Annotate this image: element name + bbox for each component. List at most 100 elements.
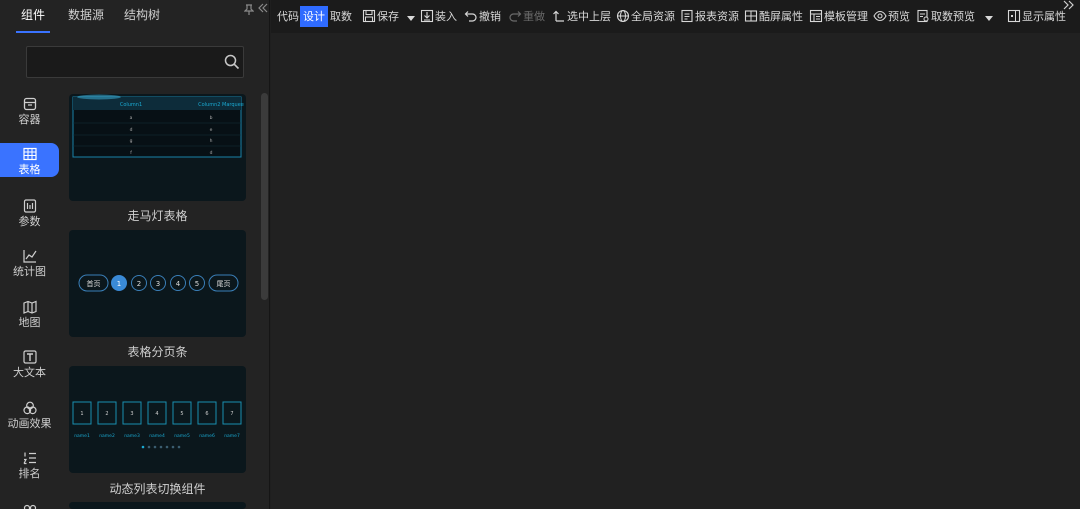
tab-datasource[interactable]: 数据源 <box>68 0 104 34</box>
report-resources-button[interactable]: 报表资源 <box>680 6 739 27</box>
redo-label: 重做 <box>523 10 545 23</box>
preview-last: 尾页 <box>217 280 231 288</box>
preview-first: 首页 <box>87 279 101 288</box>
show-properties-button[interactable]: 显示属性 <box>1007 6 1066 27</box>
collapse-left-icon[interactable] <box>257 2 269 16</box>
preview-cell: d <box>130 127 133 133</box>
category-label: 排名 <box>18 467 41 480</box>
preview-page: 5 <box>195 280 199 288</box>
preview-name-label: name2 <box>99 433 115 439</box>
preview-cell: h <box>210 138 213 144</box>
category-animation[interactable]: 动画效果 <box>0 400 59 434</box>
fetch-preview-button[interactable]: 取数预览 <box>916 6 995 27</box>
save-icon <box>362 9 376 23</box>
load-icon <box>420 9 434 23</box>
save-button[interactable]: 保存 <box>362 6 417 27</box>
component-card-pagination[interactable]: 首页 1 2 3 4 5 尾页 <box>69 230 246 337</box>
screen-properties-label: 酷屏属性 <box>759 10 803 23</box>
category-ranking[interactable]: 排名 <box>0 450 59 484</box>
chevron-down-icon[interactable] <box>984 13 994 23</box>
search-icon[interactable] <box>223 53 241 71</box>
tab-components[interactable]: 组件 <box>16 0 50 34</box>
category-more[interactable] <box>0 500 59 509</box>
category-chart[interactable]: 统计图 <box>0 248 59 282</box>
pagination-preview: 首页 1 2 3 4 5 尾页 <box>78 274 239 292</box>
category-parameter[interactable]: 参数 <box>0 198 59 232</box>
eye-icon <box>873 10 887 22</box>
more-category-icon <box>23 504 36 509</box>
preview-box-label: 1 <box>80 411 83 417</box>
chevron-down-icon[interactable] <box>406 13 416 23</box>
select-parent-label: 选中上层 <box>567 10 611 23</box>
component-card-dynamic-list[interactable]: 1 2 3 4 5 6 7 name1 name2 name3 name4 na… <box>69 366 246 473</box>
component-panel: 组件 数据源 结构树 容器 表格 参数 统计图 地图 大文本 动画效果 排名 C… <box>0 0 270 509</box>
category-label: 容器 <box>18 113 41 126</box>
category-table[interactable]: 表格 <box>0 143 59 177</box>
preview-name-label: name3 <box>124 433 140 439</box>
search-input[interactable] <box>27 47 217 77</box>
category-label: 大文本 <box>13 366 46 379</box>
marquee-table-preview: Column1 Column2 Marquee a b d e g h f d <box>72 94 244 158</box>
screen-properties-icon <box>744 10 758 22</box>
mode-fetch-button[interactable]: 取数 <box>327 6 355 27</box>
preview-cell: b <box>210 115 213 121</box>
undo-label: 撤销 <box>479 10 501 23</box>
report-resources-icon <box>681 9 693 23</box>
preview-page: 3 <box>156 280 160 288</box>
undo-button[interactable]: 撤销 <box>464 6 501 27</box>
preview-page: 2 <box>137 280 141 288</box>
undo-icon <box>464 11 477 22</box>
preview-cell: e <box>210 128 213 133</box>
expand-right-icon[interactable] <box>1062 0 1076 13</box>
preview-label: 预览 <box>888 10 910 23</box>
card-title: 走马灯表格 <box>127 209 188 223</box>
globe-icon <box>616 9 630 23</box>
card-title: 动态列表切换组件 <box>109 482 206 496</box>
category-label: 地图 <box>18 316 41 329</box>
select-parent-button[interactable]: 选中上层 <box>552 6 611 27</box>
panel-scrollbar-thumb[interactable] <box>261 93 268 300</box>
preview-box-label: 6 <box>205 411 208 417</box>
category-map[interactable]: 地图 <box>0 299 59 333</box>
screen-properties-button[interactable]: 酷屏属性 <box>744 6 803 27</box>
template-management-button[interactable]: 模板管理 <box>809 6 868 27</box>
redo-button[interactable]: 重做 <box>508 6 545 27</box>
global-resources-button[interactable]: 全局资源 <box>616 6 675 27</box>
template-icon <box>809 9 823 23</box>
container-icon <box>23 97 36 111</box>
parameter-icon <box>23 199 36 213</box>
component-card-next[interactable] <box>69 502 246 509</box>
load-button[interactable]: 装入 <box>420 6 457 27</box>
tab-structure-tree[interactable]: 结构树 <box>124 0 160 34</box>
pin-icon[interactable] <box>243 4 255 16</box>
ranking-list-icon <box>22 452 36 465</box>
preview-box-label: 4 <box>155 411 158 417</box>
category-label: 表格 <box>18 163 41 176</box>
global-resources-label: 全局资源 <box>631 10 675 23</box>
preview-header-2: Column2 Marquee <box>198 102 244 108</box>
design-canvas[interactable] <box>271 33 1080 509</box>
preview-header-1: Column1 <box>120 102 142 108</box>
preview-box-label: 5 <box>180 411 183 417</box>
component-card-marquee-table[interactable]: Column1 Column2 Marquee a b d e g h f d <box>69 94 246 201</box>
preview-page: 1 <box>117 280 121 288</box>
fetch-preview-label: 取数预览 <box>931 10 975 23</box>
save-label: 保存 <box>377 10 399 23</box>
category-label: 动画效果 <box>7 417 52 430</box>
dynamic-list-preview: 1 2 3 4 5 6 7 name1 name2 name3 name4 na… <box>72 401 242 449</box>
map-icon <box>22 300 37 314</box>
preview-name-label: name6 <box>199 433 215 439</box>
preview-box-label: 2 <box>105 411 108 417</box>
preview-name-label: name1 <box>74 433 90 439</box>
category-container[interactable]: 容器 <box>0 96 59 130</box>
category-big-text[interactable]: 大文本 <box>0 349 59 383</box>
preview-button[interactable]: 预览 <box>873 6 910 27</box>
table-icon <box>22 147 37 161</box>
mode-design-button[interactable]: 设计 <box>300 6 328 27</box>
text-icon <box>22 350 37 364</box>
preview-name-label: name5 <box>174 433 190 439</box>
preview-cell: g <box>130 139 133 144</box>
mode-code-button[interactable]: 代码 <box>274 6 302 27</box>
panel-tabs: 组件 数据源 结构树 <box>0 0 270 34</box>
category-label: 统计图 <box>13 265 46 278</box>
